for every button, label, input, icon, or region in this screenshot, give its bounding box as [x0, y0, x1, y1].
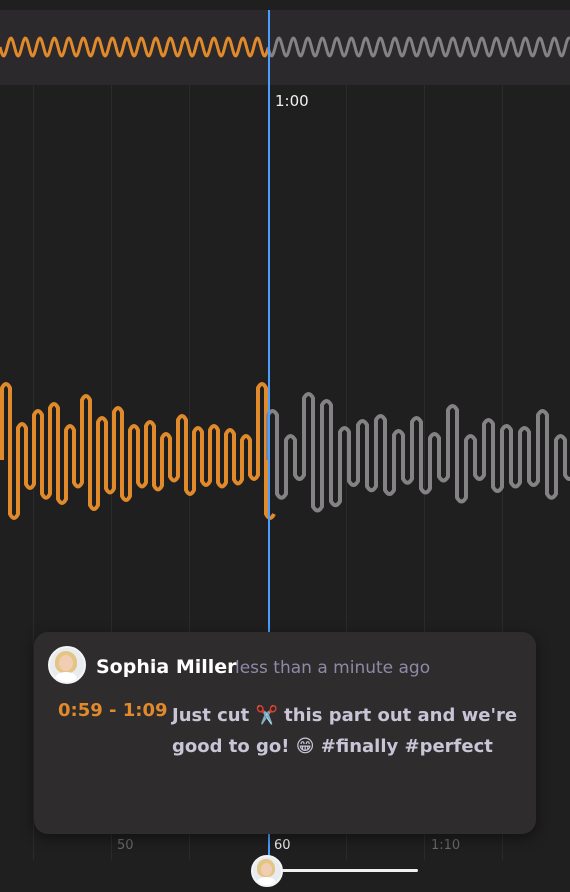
scrubber-avatar-icon[interactable]	[251, 855, 283, 887]
ruler-tick-label: 1:10	[431, 838, 461, 853]
comment-card[interactable]: Sophia Miller less than a minute ago 0:5…	[34, 632, 536, 834]
ruler-tick-label: 50	[117, 838, 134, 853]
comment-timestamp: less than a minute ago	[235, 658, 431, 678]
main-waveform[interactable]	[0, 360, 570, 560]
overview-played-waveform	[0, 36, 270, 58]
comment-range-track[interactable]	[282, 869, 418, 872]
comment-text: Just cut ✂️ this part out and we're good…	[172, 705, 518, 757]
comment-time-range[interactable]: 0:59 - 1:09	[58, 700, 168, 721]
ruler-tick-label: 60	[274, 838, 291, 853]
unplayed-waveform	[266, 392, 570, 513]
overview-waveform	[0, 36, 570, 58]
waveform-canvas	[0, 382, 570, 520]
played-waveform	[0, 382, 276, 520]
playhead-time-label: 1:00	[275, 92, 309, 110]
waveform-overview[interactable]	[0, 10, 570, 85]
comment-author[interactable]: Sophia Miller	[96, 656, 237, 678]
user-avatar-icon[interactable]	[48, 646, 86, 684]
overview-unplayed-waveform	[266, 36, 570, 58]
